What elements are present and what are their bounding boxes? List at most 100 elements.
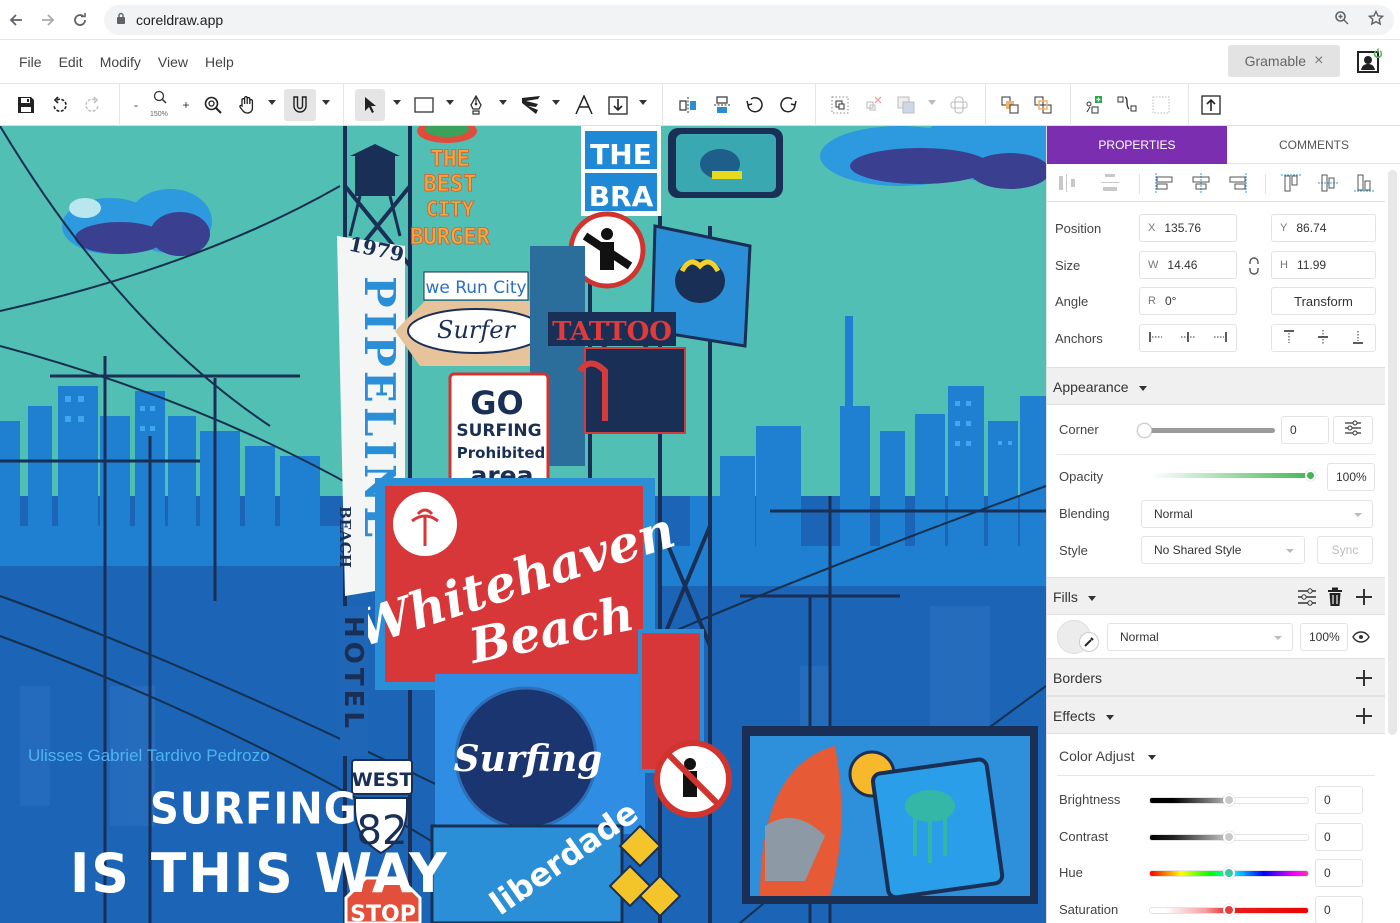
position-x-field[interactable]: X 135.76	[1139, 214, 1237, 242]
anchor-top-icon[interactable]	[1283, 329, 1295, 348]
saturation-slider-thumb[interactable]	[1223, 903, 1235, 916]
appearance-section-header[interactable]: Appearance	[1047, 367, 1385, 405]
corner-slider-thumb[interactable]	[1137, 423, 1152, 438]
effects-caret-icon[interactable]	[1105, 714, 1114, 720]
anchor-center-vertical-icon[interactable]	[1317, 329, 1329, 348]
bounding-box-icon[interactable]	[1149, 89, 1173, 121]
rotate-right-icon[interactable]	[776, 89, 800, 121]
fills-caret-icon[interactable]	[1087, 595, 1096, 601]
fill-dropdown-caret[interactable]	[552, 100, 560, 105]
pen-tool-icon[interactable]	[464, 89, 488, 121]
fill-blend-select[interactable]: Normal	[1107, 623, 1293, 651]
fill-opacity-field[interactable]: 100%	[1300, 623, 1348, 651]
opacity-slider[interactable]	[1151, 473, 1311, 478]
zoom-out-button[interactable]: -	[130, 89, 142, 121]
text-tool-icon[interactable]	[571, 89, 597, 121]
align-bottom-icon[interactable]	[1353, 172, 1375, 194]
send-backward-icon[interactable]	[1031, 89, 1055, 121]
opacity-value-field[interactable]: 100%	[1327, 463, 1375, 491]
import-icon[interactable]	[605, 89, 631, 121]
pick-dropdown-caret[interactable]	[393, 100, 401, 105]
menu-file[interactable]: File	[19, 54, 42, 70]
undo-icon[interactable]	[48, 89, 72, 121]
menu-modify[interactable]: Modify	[100, 54, 141, 70]
add-border-icon[interactable]	[1355, 669, 1373, 687]
panel-scrollbar[interactable]	[1388, 170, 1397, 735]
address-bar[interactable]: coreldraw.app	[104, 5, 1394, 35]
bring-forward-icon[interactable]	[998, 89, 1022, 121]
corner-slider[interactable]	[1143, 428, 1275, 433]
rectangle-dropdown-caret[interactable]	[446, 100, 454, 105]
weld-icon[interactable]	[947, 89, 971, 121]
rotate-left-icon[interactable]	[743, 89, 767, 121]
anchor-bottom-icon[interactable]	[1352, 329, 1364, 348]
export-icon[interactable]	[1199, 89, 1223, 121]
opacity-slider-thumb[interactable]	[1305, 470, 1316, 481]
anchor-right-icon[interactable]	[1212, 331, 1228, 346]
align-center-vertical-icon[interactable]	[1317, 172, 1339, 194]
tab-properties[interactable]: PROPERTIES	[1047, 126, 1227, 164]
add-node-icon[interactable]	[1082, 89, 1106, 121]
bookmark-star-icon[interactable]	[1367, 9, 1385, 30]
import-dropdown-caret[interactable]	[639, 100, 647, 105]
fill-tool-icon[interactable]	[517, 89, 545, 121]
size-h-field[interactable]: H 11.99	[1271, 251, 1376, 279]
rectangle-tool-icon[interactable]	[410, 89, 438, 121]
contrast-value-field[interactable]: 0	[1315, 822, 1363, 851]
align-left-icon[interactable]	[1153, 172, 1175, 194]
delete-trash-icon[interactable]	[1327, 587, 1343, 612]
align-right-icon[interactable]	[1227, 172, 1249, 194]
blending-select[interactable]: Normal	[1141, 500, 1373, 528]
corner-settings-button[interactable]	[1333, 416, 1373, 444]
back-arrow-icon[interactable]	[0, 4, 32, 36]
snap-dropdown-caret[interactable]	[322, 100, 330, 105]
distribute-vertical-icon[interactable]	[1099, 172, 1121, 194]
eyedropper-icon[interactable]	[1079, 632, 1099, 652]
distribute-horizontal-icon[interactable]	[1057, 172, 1079, 194]
align-top-icon[interactable]	[1280, 172, 1302, 194]
hue-slider-thumb[interactable]	[1223, 867, 1235, 879]
convert-to-curve-icon[interactable]	[1115, 89, 1139, 121]
add-fill-icon[interactable]	[1355, 588, 1373, 606]
forward-arrow-icon[interactable]	[32, 4, 64, 36]
design-canvas[interactable]: THE BEST CITY BURGER THE BRA 1979 PIPELI…	[0, 126, 1046, 923]
tab-comments[interactable]: COMMENTS	[1227, 126, 1400, 164]
position-y-field[interactable]: Y 86.74	[1271, 214, 1376, 242]
document-tab[interactable]: Gramable ×	[1228, 45, 1340, 77]
hue-value-field[interactable]: 0	[1315, 859, 1363, 887]
size-w-field[interactable]: W 14.46	[1139, 251, 1237, 279]
align-center-horizontal-icon[interactable]	[1190, 172, 1212, 194]
save-icon[interactable]	[14, 89, 38, 121]
ungroup-icon[interactable]	[861, 89, 885, 121]
close-icon[interactable]: ×	[1314, 52, 1323, 70]
anchor-left-icon[interactable]	[1148, 331, 1164, 346]
pick-tool-icon[interactable]	[355, 89, 385, 121]
menu-edit[interactable]: Edit	[59, 54, 83, 70]
group-icon[interactable]	[828, 89, 852, 121]
transform-button[interactable]: Transform	[1271, 287, 1376, 315]
pan-dropdown-caret[interactable]	[268, 100, 276, 105]
anchor-center-horizontal-icon[interactable]	[1180, 331, 1196, 346]
mirror-vertical-icon[interactable]	[710, 89, 734, 121]
saturation-value-field[interactable]: 0	[1315, 895, 1363, 923]
color-adjust-caret-icon[interactable]	[1148, 754, 1157, 760]
zoom-icon[interactable]	[150, 87, 170, 109]
fill-settings-icon[interactable]	[1297, 588, 1317, 611]
style-select[interactable]: No Shared Style	[1141, 536, 1305, 564]
link-proportions-icon[interactable]	[1247, 256, 1261, 281]
sync-button[interactable]: Sync	[1317, 536, 1373, 564]
combine-dropdown-caret[interactable]	[928, 100, 936, 105]
brightness-value-field[interactable]: 0	[1315, 786, 1363, 814]
color-adjust-header[interactable]: Color Adjust	[1059, 748, 1157, 764]
snap-magnet-icon[interactable]	[284, 89, 316, 121]
combine-icon[interactable]	[894, 89, 918, 121]
reload-icon[interactable]	[64, 4, 96, 36]
menu-view[interactable]: View	[158, 54, 188, 70]
mirror-horizontal-icon[interactable]	[676, 89, 700, 121]
pen-dropdown-caret[interactable]	[499, 100, 507, 105]
appearance-caret-icon[interactable]	[1138, 385, 1147, 391]
zoom-icon[interactable]	[1334, 10, 1350, 30]
zoom-fit-icon[interactable]	[201, 89, 225, 121]
corner-value-field[interactable]: 0	[1281, 416, 1329, 444]
redo-icon[interactable]	[80, 89, 104, 121]
